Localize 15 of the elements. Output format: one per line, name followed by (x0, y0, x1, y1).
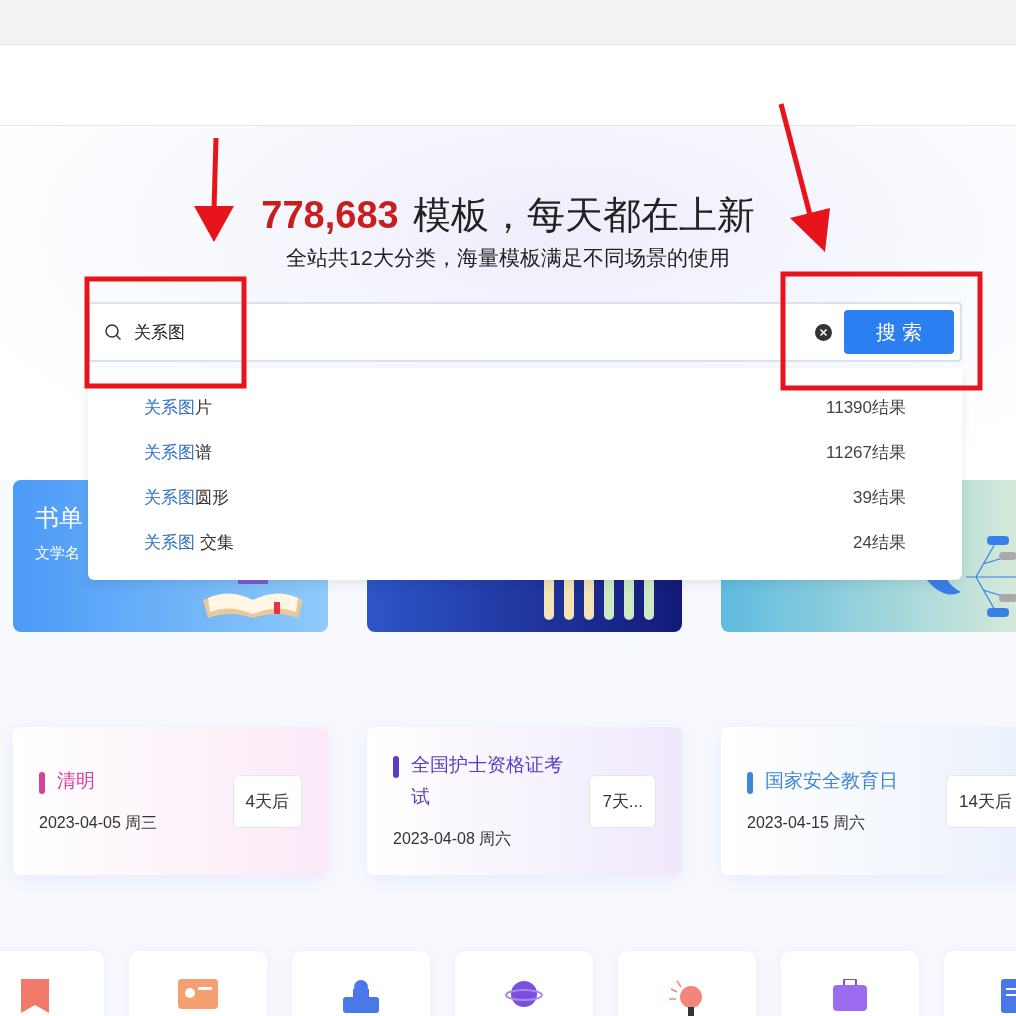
search-query: 关系图 (134, 321, 186, 344)
countdown-badge: 7天... (589, 774, 656, 828)
holiday-name: 清明 (57, 768, 95, 793)
holiday-date: 2023-04-15 周六 (747, 812, 867, 833)
banner-title: 书单 (35, 503, 84, 533)
holiday-name: 全国护士资格证考试 (411, 752, 564, 809)
banner-subtitle: 文学名 (35, 544, 81, 563)
countdown-badge: 14天后 (946, 774, 1016, 828)
hero-title: 模板，每天都在上新 (412, 193, 755, 238)
hero-subtitle: 全站共12大分类，海量模板满足不同场景的使用 (286, 245, 730, 271)
countdown-badge: 4天后 (232, 774, 302, 828)
holiday-name: 国家安全教育日 (765, 768, 898, 793)
template-count: 778,683 (261, 193, 399, 238)
holiday-date: 2023-04-08 周六 (393, 828, 513, 849)
holiday-date: 2023-04-05 周三 (39, 812, 159, 833)
